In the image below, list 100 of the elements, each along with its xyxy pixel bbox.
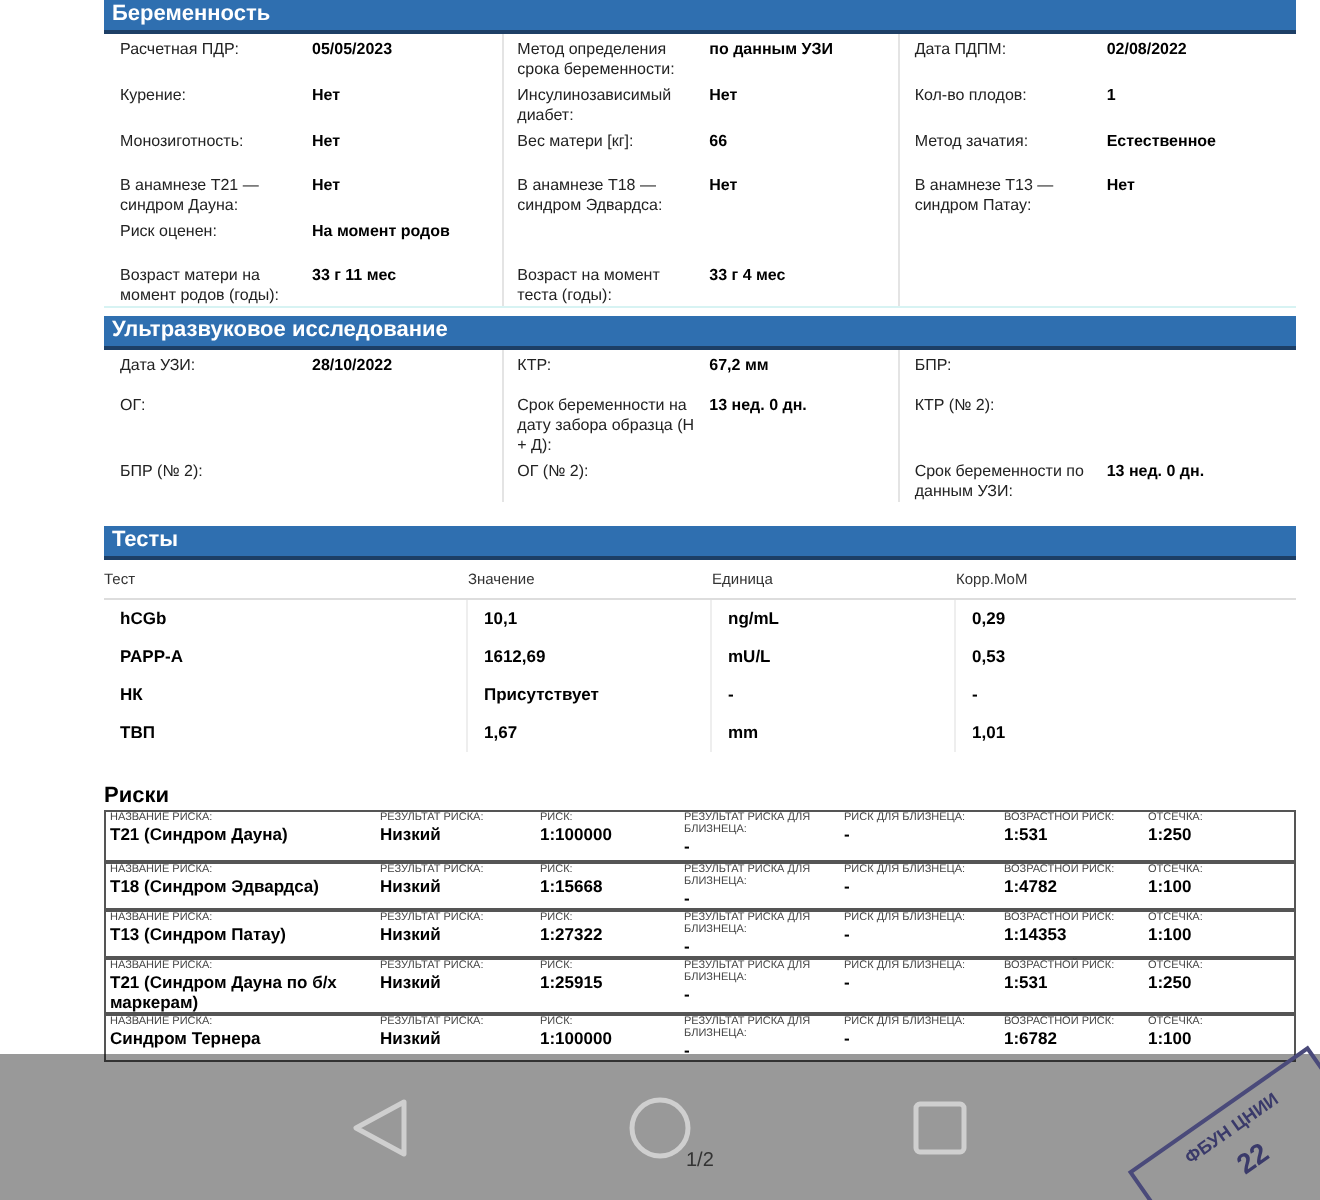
- risk-value: -: [684, 984, 692, 1004]
- field-value: Естественное: [1106, 132, 1217, 154]
- field-label: В анамнезе Т18 — синдром Эдвардса:: [517, 176, 665, 216]
- field-label: Кол-во плодов:: [914, 86, 1029, 108]
- table-cell: НК: [120, 682, 143, 708]
- table-cell: Присутствует: [484, 682, 599, 708]
- table-cell: ng/mL: [728, 606, 779, 632]
- risk-value: -: [684, 1040, 692, 1060]
- risk-value: 1:250: [1148, 824, 1194, 844]
- risk-value: 1:100: [1148, 924, 1194, 944]
- risk-value: -: [844, 1028, 852, 1048]
- field-label: Расчетная ПДР:: [120, 40, 241, 62]
- field-label: Срок беременности на дату забора образца (Н + Д):: [517, 396, 697, 456]
- field-label: Монозиготность:: [120, 132, 246, 154]
- field-value: Нет: [1106, 176, 1135, 198]
- field-value: Нет: [312, 132, 341, 154]
- field-label: Метод зачатия:: [914, 132, 1031, 154]
- risk-value: Низкий: [380, 972, 443, 992]
- field-value: 33 г 11 мес: [312, 266, 397, 288]
- risk-value: Низкий: [380, 1028, 443, 1048]
- field-label: БПР (№ 2):: [120, 462, 205, 484]
- risk-value: 1:100: [1148, 876, 1194, 896]
- field-label: В анамнезе Т21 — синдром Дауна:: [120, 176, 261, 216]
- field-value: Нет: [709, 176, 738, 198]
- section-header: Ультразвуковое исследование: [104, 316, 1296, 350]
- risk-value: Низкий: [380, 924, 443, 944]
- risk-value: 1:531: [1004, 972, 1050, 992]
- field-value: 67,2 мм: [709, 356, 769, 378]
- field-label: Метод определения срока беременности:: [517, 40, 677, 80]
- table-cell: 1612,69: [484, 644, 546, 670]
- back-icon[interactable]: [352, 1097, 408, 1157]
- risk-value: -: [844, 972, 852, 992]
- field-value: по данным УЗИ: [709, 40, 833, 62]
- field-label: ОГ (№ 2):: [517, 462, 591, 484]
- risk-value: 1:25915: [540, 972, 605, 992]
- risk-value: 1:6782: [1004, 1028, 1059, 1048]
- page-indicator: 1/2: [686, 1148, 714, 1176]
- field-value: Нет: [312, 176, 341, 198]
- table-cell: 0,29: [972, 606, 1006, 632]
- field-value: На момент родов: [312, 222, 450, 244]
- table-cell: -: [972, 682, 978, 708]
- table-cell: 10,1: [484, 606, 518, 632]
- risk-value: 1:250: [1148, 972, 1194, 992]
- field-label: В анамнезе Т13 — синдром Патау:: [914, 176, 1056, 216]
- risk-value: 1:100000: [540, 1028, 614, 1048]
- field-label: Риск оценен:: [120, 222, 219, 244]
- field-label: Срок беременности по данным УЗИ:: [914, 462, 1086, 502]
- section-header: Тесты: [104, 526, 1296, 560]
- field-label: ОГ:: [120, 396, 148, 418]
- field-value: 05/05/2023: [312, 40, 393, 62]
- recents-icon[interactable]: [912, 1099, 968, 1155]
- table-cell: mU/L: [728, 644, 771, 670]
- field-label: Возраст матери на момент родов (годы):: [120, 266, 281, 306]
- table-cell: 1,67: [484, 720, 518, 746]
- field-label: КТР:: [517, 356, 554, 378]
- table-cell: 0,53: [972, 644, 1006, 670]
- risk-value: -: [844, 824, 852, 844]
- risk-value: 1:100: [1148, 1028, 1194, 1048]
- field-value: 33 г 4 мес: [709, 266, 786, 288]
- field-value: 66: [709, 132, 728, 154]
- risk-value: -: [684, 888, 692, 908]
- risk-value: 1:15668: [540, 876, 605, 896]
- field-value: Нет: [312, 86, 341, 108]
- risk-value: -: [844, 924, 852, 944]
- risk-value: 1:4782: [1004, 876, 1059, 896]
- field-value: 02/08/2022: [1106, 40, 1187, 62]
- table-cell: PAPP-A: [120, 644, 183, 670]
- field-label: Вес матери [кг]:: [517, 132, 636, 154]
- field-value: 28/10/2022: [312, 356, 393, 378]
- risk-value: -: [684, 836, 692, 856]
- table-cell: ТВП: [120, 720, 155, 746]
- field-label: Возраст на момент теста (годы):: [517, 266, 662, 306]
- risk-value: 1:100000: [540, 824, 614, 844]
- risk-value: 1:27322: [540, 924, 605, 944]
- risk-value: Т21 (Синдром Дауна по б/х маркерам): [110, 972, 339, 1012]
- field-value: 13 нед. 0 дн.: [709, 396, 807, 418]
- table-cell: -: [728, 682, 734, 708]
- risk-value: Низкий: [380, 824, 443, 844]
- field-value: Нет: [709, 86, 738, 108]
- field-label: Инсулинозависимый диабет:: [517, 86, 674, 126]
- field-label: БПР:: [914, 356, 954, 378]
- risk-value: -: [684, 936, 692, 956]
- field-label: КТР (№ 2):: [914, 396, 997, 418]
- risk-value: Синдром Тернера: [110, 1028, 263, 1048]
- table-cell: 1,01: [972, 720, 1006, 746]
- field-label: Дата УЗИ:: [120, 356, 198, 378]
- table-cell: hCGb: [120, 606, 167, 632]
- risk-value: Низкий: [380, 876, 443, 896]
- field-label: Дата ПДПМ:: [914, 40, 1009, 62]
- field-value: 13 нед. 0 дн.: [1106, 462, 1205, 484]
- field-value: 1: [1106, 86, 1116, 108]
- table-cell: mm: [728, 720, 759, 746]
- section-title: Риски: [104, 784, 171, 810]
- risk-value: Т13 (Синдром Патау): [110, 924, 288, 944]
- section-header: Беременность: [104, 0, 1296, 34]
- stamp-number: 22: [1229, 1134, 1276, 1184]
- risk-value: Т21 (Синдром Дауна): [110, 824, 290, 844]
- risk-value: 1:14353: [1004, 924, 1069, 944]
- risk-value: 1:531: [1004, 824, 1050, 844]
- field-label: Курение:: [120, 86, 189, 108]
